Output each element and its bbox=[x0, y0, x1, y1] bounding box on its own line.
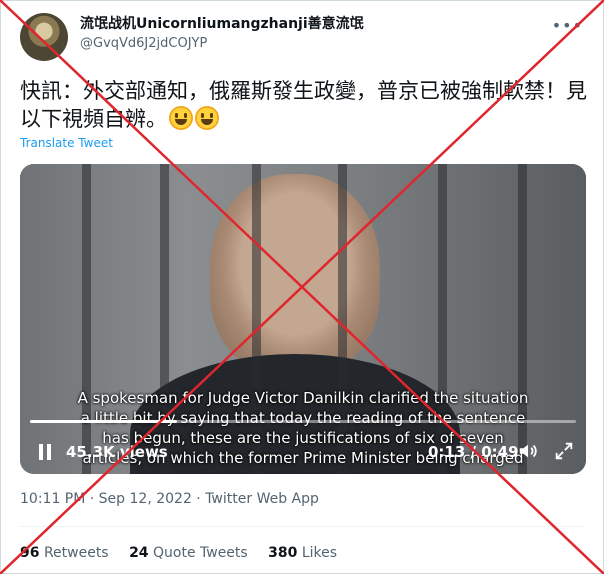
volume-icon[interactable] bbox=[517, 440, 539, 462]
quote-tweets-stat[interactable]: 24 Quote Tweets bbox=[129, 545, 248, 561]
fullscreen-icon[interactable] bbox=[553, 440, 575, 462]
view-count: 45.3K views bbox=[66, 443, 168, 461]
retweets-label: Retweets bbox=[43, 545, 109, 561]
tweet-timestamp[interactable]: 10:11 PM · Sep 12, 2022 · Twitter Web Ap… bbox=[20, 491, 319, 507]
tweet-text: 快訊：外交部通知，俄羅斯發生政變，普京已被強制軟禁！見以下視頻自辨。 bbox=[20, 77, 590, 133]
likes-count: 380 bbox=[268, 545, 298, 561]
translate-tweet-link[interactable]: Translate Tweet bbox=[20, 136, 113, 150]
time-display: 0:13 / 0:49 bbox=[428, 443, 519, 461]
tweet-body: 快訊：外交部通知，俄羅斯發生政變，普京已被強制軟禁！見以下視頻自辨。 bbox=[20, 79, 587, 131]
tweet-card: 流氓战机Unicornliumangzhanji善意流氓 @GvqVd6J2jd… bbox=[0, 0, 604, 574]
grinning-face-emoji bbox=[195, 106, 219, 130]
progress-bar[interactable] bbox=[30, 420, 576, 423]
author-name[interactable]: 流氓战机Unicornliumangzhanji善意流氓 bbox=[80, 15, 364, 34]
video-player[interactable]: A spokesman for Judge Victor Danilkin cl… bbox=[20, 164, 586, 474]
divider bbox=[20, 526, 584, 527]
progress-fill bbox=[30, 420, 178, 423]
retweets-stat[interactable]: 96 Retweets bbox=[20, 545, 109, 561]
more-icon[interactable]: ••• bbox=[552, 18, 583, 34]
likes-label: Likes bbox=[301, 545, 338, 561]
avatar[interactable] bbox=[20, 13, 68, 61]
video-controls: 45.3K views 0:13 / 0:49 bbox=[20, 436, 586, 466]
tweet-stats: 96 Retweets 24 Quote Tweets 380 Likes bbox=[20, 545, 353, 561]
quotes-label: Quote Tweets bbox=[153, 545, 248, 561]
video-subject-head bbox=[210, 174, 380, 374]
retweets-count: 96 bbox=[20, 545, 40, 561]
author-block: 流氓战机Unicornliumangzhanji善意流氓 @GvqVd6J2jd… bbox=[80, 15, 364, 53]
grinning-face-emoji bbox=[169, 106, 193, 130]
subtitle-line: a little bit by saying that today the re… bbox=[80, 409, 526, 427]
subtitle-line: A spokesman for Judge Victor Danilkin cl… bbox=[77, 389, 529, 407]
quotes-count: 24 bbox=[129, 545, 149, 561]
likes-stat[interactable]: 380 Likes bbox=[268, 545, 337, 561]
pause-icon[interactable] bbox=[38, 444, 52, 460]
author-handle[interactable]: @GvqVd6J2jdCOJYP bbox=[80, 34, 364, 53]
